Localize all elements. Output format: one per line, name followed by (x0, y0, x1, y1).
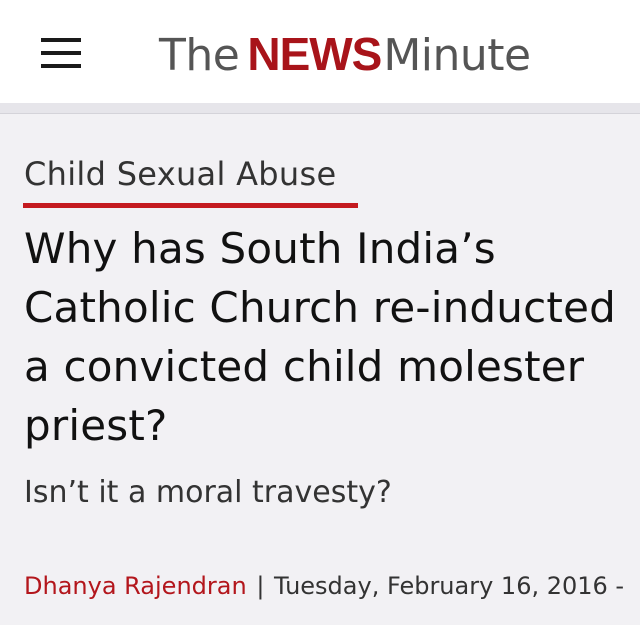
author-link[interactable]: Dhanya Rajendran (24, 572, 247, 600)
article-byline: Dhanya Rajendran | Tuesday, February 16,… (24, 569, 624, 603)
hamburger-menu-icon[interactable] (41, 38, 81, 70)
category-underline (23, 203, 358, 208)
site-header: The NEWSMinute (0, 0, 640, 103)
article-headline: Why has South India’s Catholic Church re… (24, 224, 616, 450)
publish-date: Tuesday, February 16, 2016 - (274, 572, 625, 600)
menu-bar-middle (41, 51, 81, 55)
logo-the: The (159, 30, 240, 81)
site-logo[interactable]: The NEWSMinute (159, 24, 531, 84)
header-divider (0, 103, 640, 114)
logo-minute: Minute (383, 30, 531, 81)
logo-news: NEWS (247, 28, 382, 80)
article-category[interactable]: Child Sexual Abuse (24, 154, 336, 194)
menu-bar-top (41, 38, 81, 42)
byline-separator: | (256, 572, 265, 600)
article-subtitle: Isn’t it a moral travesty? (24, 475, 392, 510)
menu-bar-bottom (41, 64, 81, 68)
